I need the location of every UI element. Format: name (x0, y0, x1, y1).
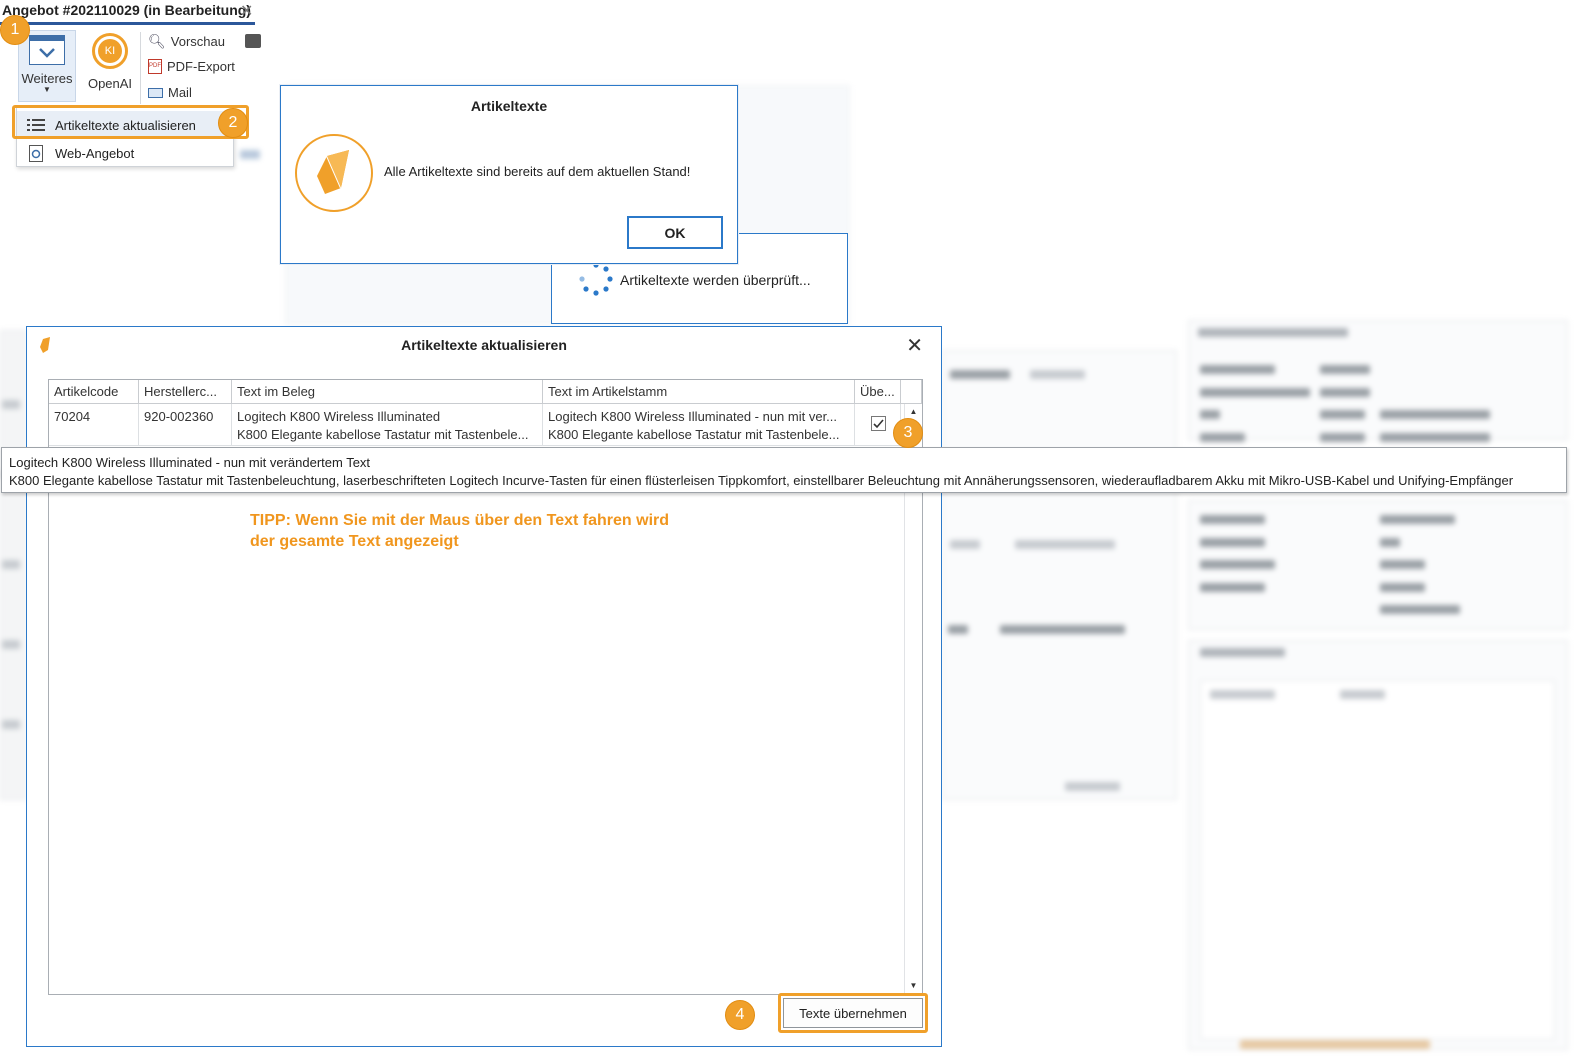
scroll-down-arrow-icon[interactable]: ▼ (905, 981, 922, 990)
uebernehmen-checkbox[interactable] (871, 416, 886, 431)
step-badge-4: 4 (725, 1000, 755, 1030)
pdf-icon: PDF (148, 59, 162, 74)
cell-artikelcode: 70204 (49, 404, 139, 446)
cell-text-im-artikelstamm[interactable]: Logitech K800 Wireless Illuminated - nun… (543, 404, 855, 446)
app-logo-icon (295, 134, 373, 212)
openai-label: OpenAI (87, 76, 133, 91)
scroll-up-arrow-icon[interactable]: ▲ (905, 407, 922, 416)
menu-item-label: Web-Angebot (55, 145, 135, 161)
tipp-line: der gesamte Text angezeigt (250, 533, 459, 550)
web-document-icon (17, 144, 55, 162)
tipp-line: TIPP: Wenn Sie mit der Maus über den Tex… (250, 512, 670, 529)
column-header-uebernehmen[interactable]: Übe... (855, 380, 901, 404)
column-header-text-im-beleg[interactable]: Text im Beleg (232, 380, 543, 404)
tab-close-icon[interactable]: ✕ (240, 1, 253, 21)
weiteres-button[interactable]: Weiteres ▼ (18, 30, 76, 102)
text-line: K800 Elegante kabellose Tastatur mit Tas… (548, 427, 840, 442)
vorschau-label: Vorschau (170, 34, 225, 49)
step-badge-3: 3 (893, 418, 923, 448)
message-dialog-title: Artikeltexte (470, 98, 548, 114)
message-text: Alle Artikeltexte sind bereits auf dem a… (384, 164, 691, 179)
vorschau-button[interactable]: 🔍︎ Vorschau (148, 33, 225, 50)
progress-text: Artikeltexte werden überprüft... (620, 272, 811, 288)
close-icon[interactable]: ✕ (906, 333, 923, 358)
active-tab-indicator (0, 22, 255, 25)
column-header-artikelcode[interactable]: Artikelcode (49, 380, 139, 404)
menu-item-web-angebot[interactable]: Web-Angebot (17, 139, 233, 167)
printer-icon[interactable] (245, 34, 261, 48)
step-badge-2: 2 (218, 108, 248, 138)
document-tab-title[interactable]: Angebot #202110029 (in Bearbeitung) (0, 0, 251, 24)
full-text-tooltip: Logitech K800 Wireless Illuminated - nun… (1, 447, 1567, 493)
step-badge-1: 1 (0, 15, 30, 45)
mail-button[interactable]: Mail (148, 85, 192, 100)
tipp-annotation: TIPP: Wenn Sie mit der Maus über den Tex… (250, 510, 669, 552)
highlight-frame-apply-button (778, 993, 928, 1033)
cell-text-im-beleg[interactable]: Logitech K800 Wireless Illuminated K800 … (232, 404, 543, 446)
chevron-down-box-icon (29, 35, 65, 65)
column-header-spacer (901, 380, 922, 404)
ribbon-separator (140, 32, 141, 104)
pdf-export-button[interactable]: PDF PDF-Export (148, 59, 235, 74)
mail-label: Mail (168, 85, 192, 100)
text-line: K800 Elegante kabellose Tastatur mit Tas… (237, 427, 529, 442)
cell-herstellercode: 920-002360 (139, 404, 232, 446)
checkmark-icon (873, 419, 884, 429)
openai-button[interactable]: KI OpenAI (84, 30, 136, 100)
mail-envelope-icon (148, 87, 163, 98)
tooltip-line: K800 Elegante kabellose Tastatur mit Tas… (9, 473, 1514, 488)
text-line: Logitech K800 Wireless Illuminated (237, 409, 441, 424)
text-line: Logitech K800 Wireless Illuminated - nun… (548, 409, 838, 424)
column-header-herstellercode[interactable]: Herstellerc... (139, 380, 232, 404)
dialog-title: Artikeltexte aktualisieren (401, 337, 567, 353)
loading-spinner-icon (579, 262, 613, 296)
dropdown-arrow-icon: ▼ (43, 85, 51, 94)
column-header-text-im-artikelstamm[interactable]: Text im Artikelstamm (543, 380, 855, 404)
tooltip-line: Logitech K800 Wireless Illuminated - nun… (9, 455, 371, 470)
ok-button[interactable]: OK (627, 216, 723, 249)
artikeltexte-dialog: Artikeltexte aktualisieren ✕ Artikelcode… (26, 326, 942, 1047)
openai-ki-icon: KI (92, 33, 128, 69)
weiteres-label: Weiteres (21, 71, 73, 86)
openai-badge: KI (98, 39, 122, 63)
message-dialog: Artikeltexte Alle Artikeltexte sind bere… (280, 85, 738, 264)
pdf-export-label: PDF-Export (167, 59, 235, 74)
preview-magnifier-icon: 🔍︎ (148, 33, 166, 49)
highlight-frame-menu-item (12, 105, 249, 139)
